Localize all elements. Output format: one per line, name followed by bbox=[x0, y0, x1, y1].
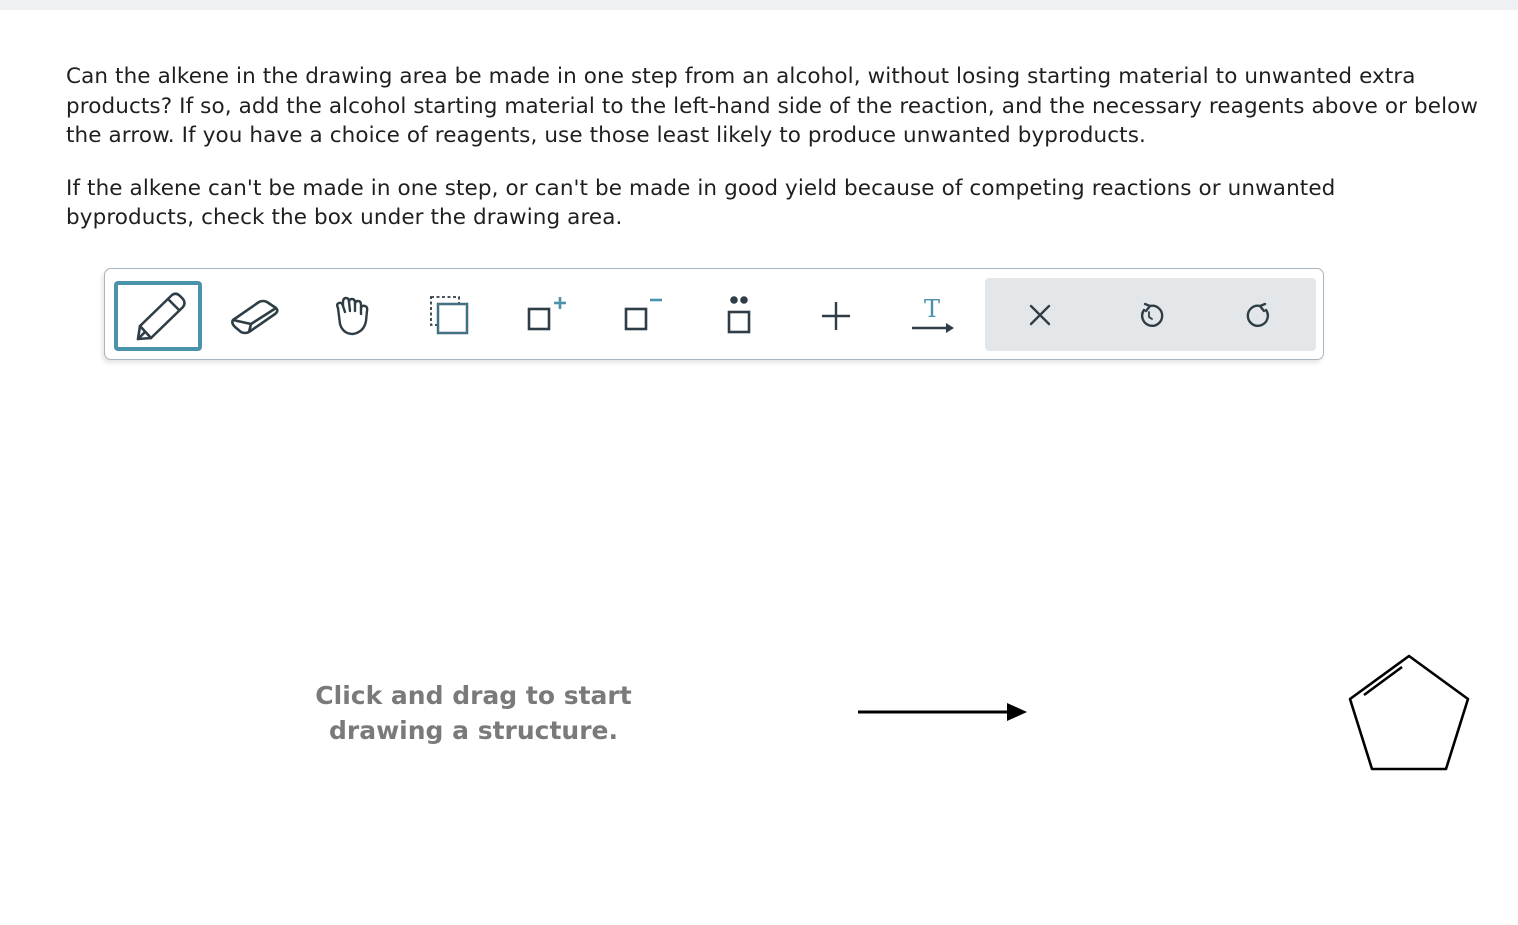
clear-button[interactable] bbox=[995, 278, 1085, 351]
text-arrow-tool-button[interactable]: T bbox=[889, 281, 977, 351]
hand-tool-button[interactable] bbox=[308, 281, 396, 351]
top-strip bbox=[0, 0, 1518, 10]
reaction-arrow[interactable] bbox=[856, 700, 1036, 724]
action-group bbox=[985, 278, 1316, 351]
clear-x-icon bbox=[1029, 304, 1051, 325]
lone-pair-tool-button[interactable] bbox=[695, 281, 783, 351]
svg-text:T: T bbox=[924, 295, 940, 323]
canvas-hint: Click and drag to start drawing a struct… bbox=[315, 681, 632, 745]
question-paragraph-1: Can the alkene in the drawing area be ma… bbox=[66, 64, 1479, 148]
product-cyclopentene[interactable] bbox=[1346, 653, 1476, 775]
pencil-tool-button[interactable] bbox=[114, 281, 202, 351]
select-box-icon bbox=[430, 296, 469, 335]
drawing-canvas[interactable]: Click and drag to start drawing a struct… bbox=[66, 372, 1506, 912]
plus-icon bbox=[822, 302, 850, 330]
positive-charge-tool-button[interactable] bbox=[501, 281, 589, 351]
plus-tool-button[interactable] bbox=[792, 281, 880, 351]
question-text: Can the alkene in the drawing area be ma… bbox=[66, 62, 1511, 233]
positive-charge-icon bbox=[527, 297, 566, 331]
eraser-tool-button[interactable] bbox=[211, 281, 299, 351]
pencil-icon bbox=[136, 292, 186, 341]
select-tool-button[interactable] bbox=[405, 281, 493, 351]
redo-button[interactable] bbox=[1215, 278, 1305, 351]
redo-icon bbox=[1246, 302, 1269, 327]
drawing-toolbar: T bbox=[104, 268, 1324, 360]
eraser-icon bbox=[231, 299, 279, 335]
negative-charge-tool-button[interactable] bbox=[598, 281, 686, 351]
undo-button[interactable] bbox=[1105, 278, 1195, 351]
negative-charge-icon bbox=[624, 298, 662, 331]
question-paragraph-2: If the alkene can't be made in one step,… bbox=[66, 175, 1336, 231]
text-arrow-icon: T bbox=[912, 295, 954, 333]
hand-icon bbox=[336, 296, 369, 336]
undo-icon bbox=[1141, 302, 1164, 327]
lone-pair-icon bbox=[727, 296, 751, 334]
